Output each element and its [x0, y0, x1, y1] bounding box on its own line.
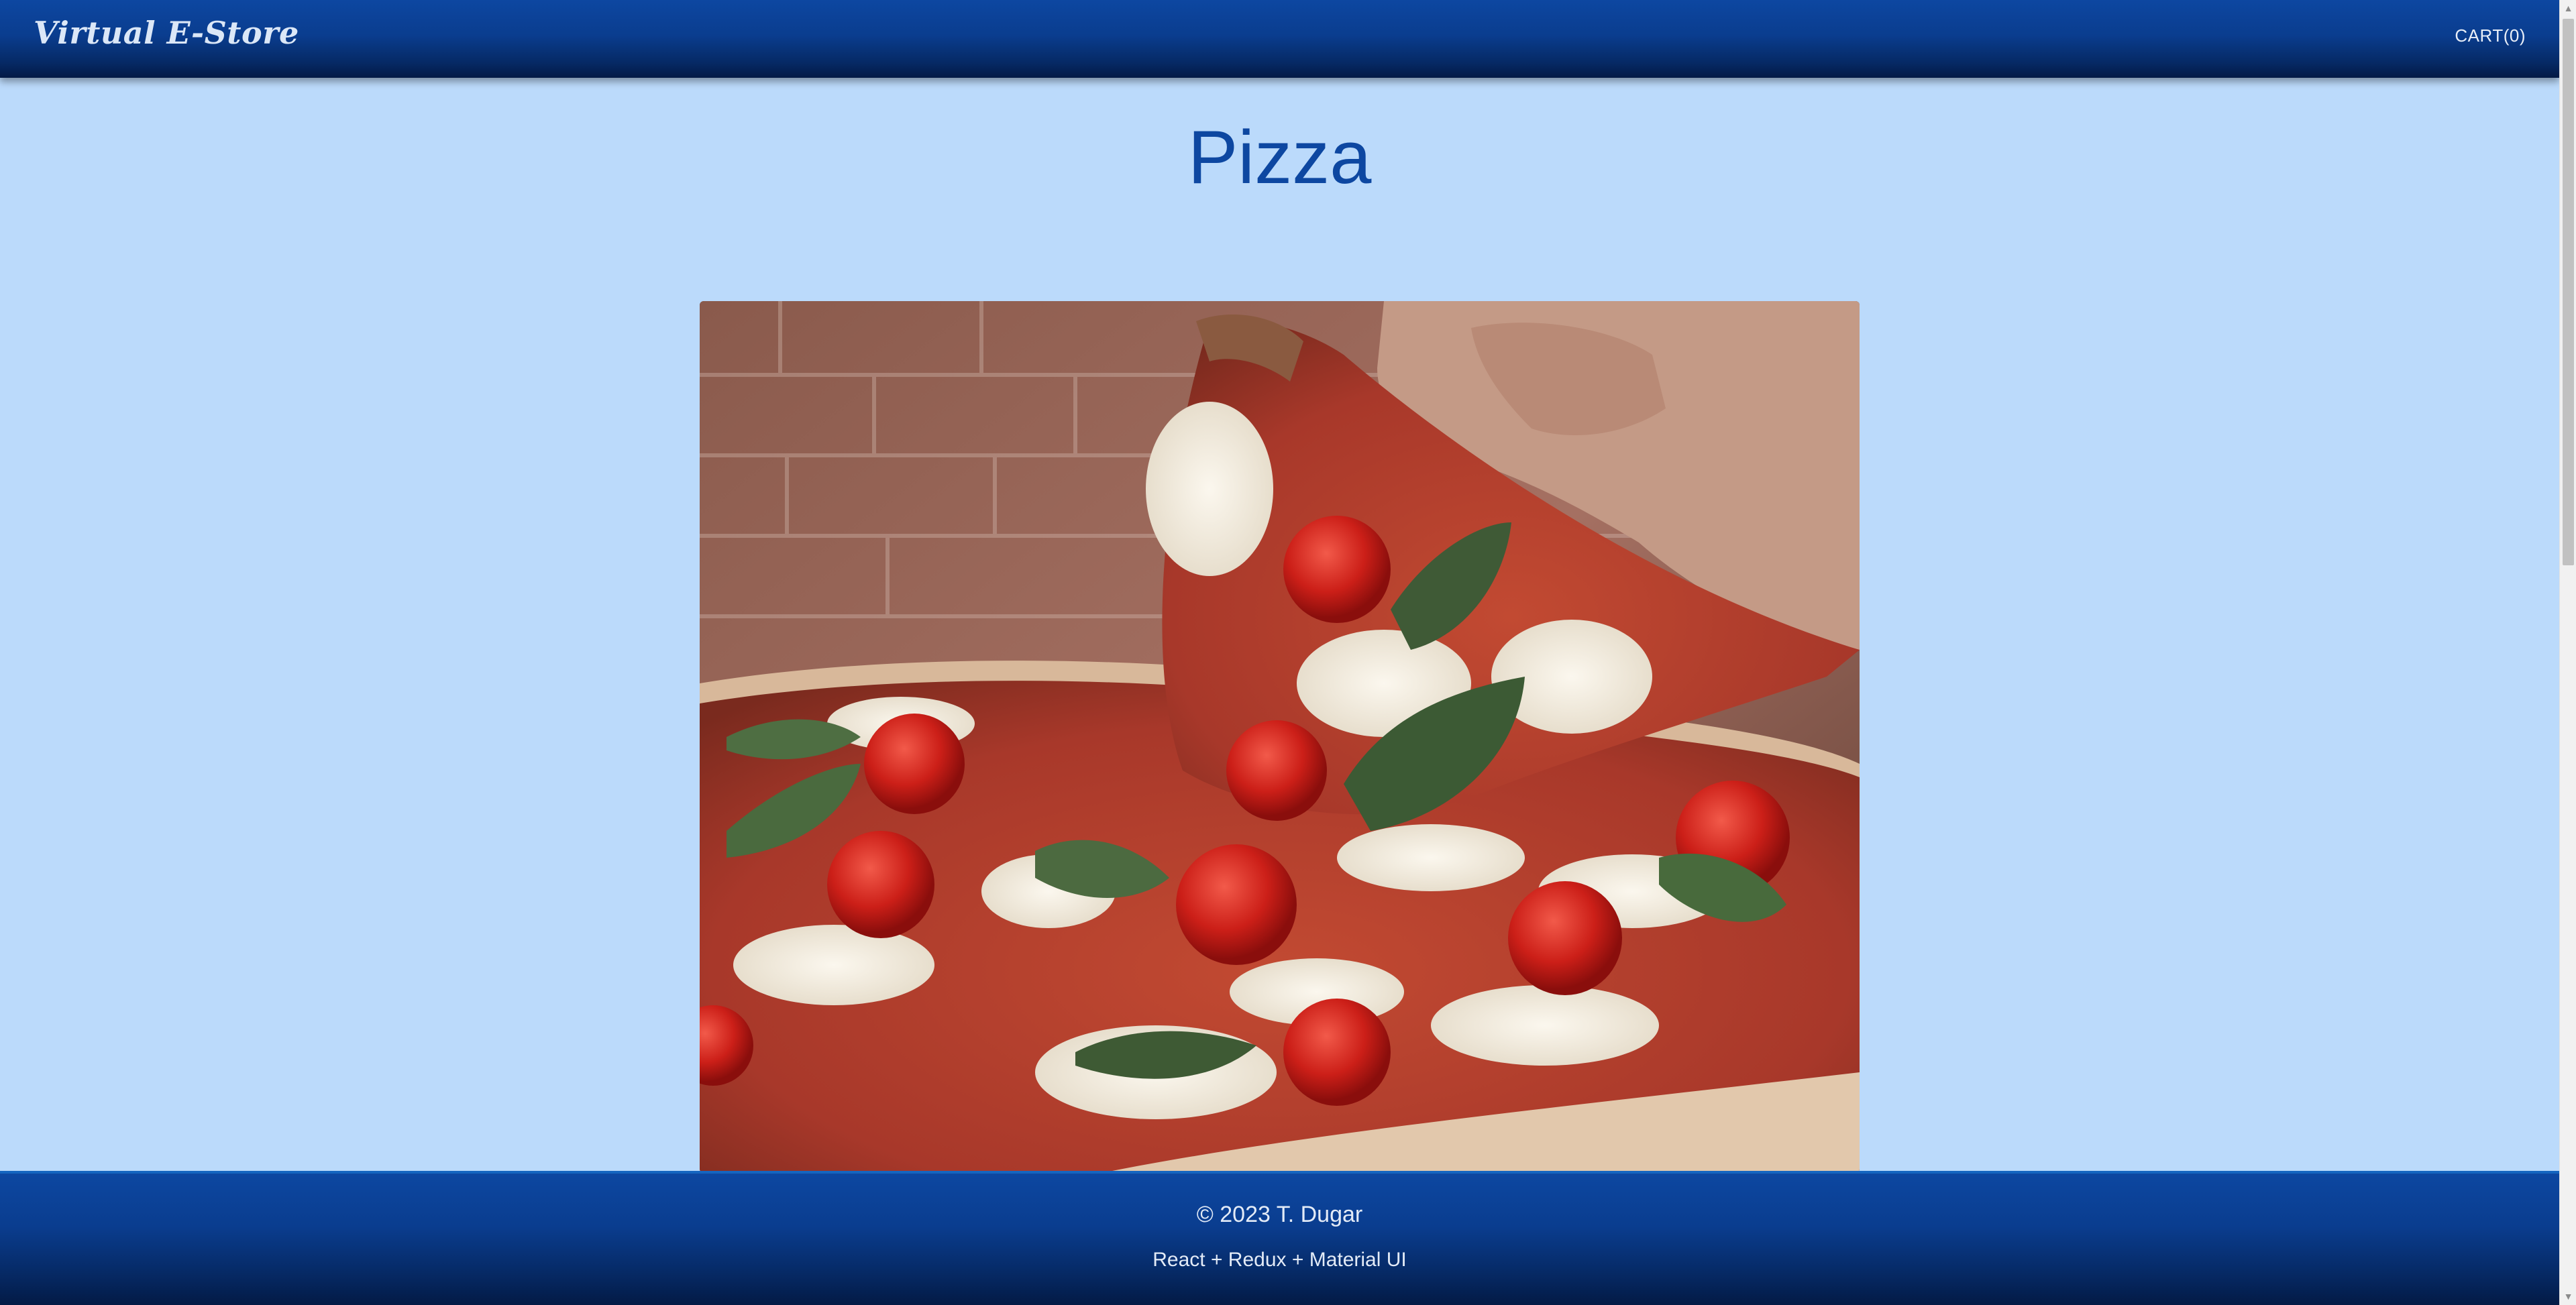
footer-tech-stack: React + Redux + Material UI	[1152, 1249, 1407, 1271]
product-image	[700, 301, 1860, 1173]
page: Virtual E-Store CART(0) Pizza © 2023 T. …	[0, 0, 2559, 1305]
scroll-up-arrow-icon[interactable]: ▲	[2560, 0, 2576, 17]
cart-button[interactable]: CART(0)	[2455, 25, 2526, 46]
scrollbar-thumb[interactable]	[2563, 19, 2574, 565]
scroll-down-arrow-icon[interactable]: ▼	[2560, 1288, 2576, 1305]
app-bar: Virtual E-Store CART(0)	[0, 0, 2559, 78]
footer: © 2023 T. Dugar React + Redux + Material…	[0, 1171, 2559, 1305]
footer-copyright: © 2023 T. Dugar	[1196, 1202, 1363, 1227]
brand-logo[interactable]: Virtual E-Store	[34, 15, 299, 51]
pizza-photo	[700, 301, 1860, 1173]
page-title: Pizza	[1187, 115, 1372, 199]
vertical-scrollbar[interactable]: ▲ ▼	[2559, 0, 2576, 1305]
